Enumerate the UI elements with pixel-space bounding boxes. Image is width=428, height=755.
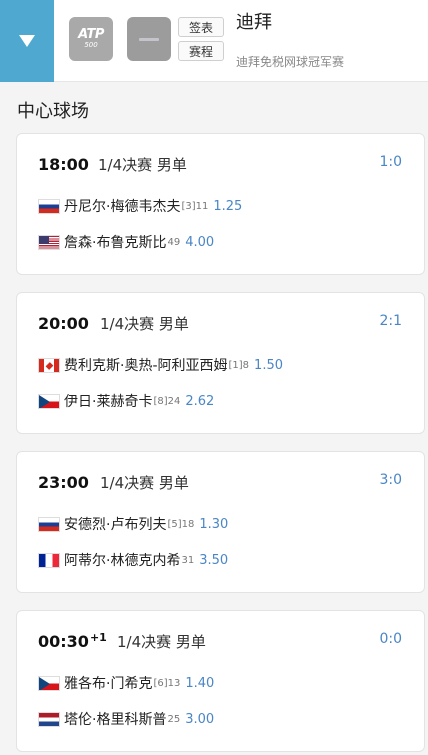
player-odds: 1.40 xyxy=(185,675,215,691)
match-card[interactable]: 18:00 1/4决赛 男单 1:0 丹尼尔·梅德韦杰夫 [3]11 1.25 … xyxy=(16,133,425,275)
player-name: 费利克斯·奥热-阿利亚西姆 xyxy=(64,358,228,374)
header: ATP 500 签表 赛程 迪拜 迪拜免税网球冠军赛 xyxy=(0,0,428,82)
player-odds: 1.25 xyxy=(213,198,243,214)
match-time: 00:30+1 xyxy=(38,631,107,651)
player-name: 丹尼尔·梅德韦杰夫 xyxy=(64,199,181,215)
match-round: 1/4决赛 男单 xyxy=(100,474,189,492)
player-row[interactable]: 伊日·莱赫奇卡 [8]24 2.62 xyxy=(38,391,214,411)
player-seed: 49 xyxy=(167,236,181,248)
player-seed: [5]18 xyxy=(167,518,195,530)
tournament-logo-mark xyxy=(139,37,159,41)
court-name: 中心球场 xyxy=(17,101,89,122)
atp-logo-number: 500 xyxy=(84,41,98,49)
match-round: 1/4决赛 男单 xyxy=(98,156,187,174)
match-time: 18:00 xyxy=(38,155,89,174)
atp-500-logo: ATP 500 xyxy=(69,17,113,61)
player-seed: 31 xyxy=(181,554,195,566)
player-seed: 25 xyxy=(167,713,181,725)
draw-button[interactable]: 签表 xyxy=(178,17,224,37)
player-odds: 1.50 xyxy=(254,357,283,373)
czech-flag-icon xyxy=(38,675,60,691)
player-name: 伊日·莱赫奇卡 xyxy=(64,394,153,410)
match-time: 23:00 xyxy=(38,473,89,492)
tournament-logo xyxy=(127,17,171,61)
player-row[interactable]: 詹森·布鲁克斯比 49 4.00 xyxy=(38,232,214,252)
player-name: 詹森·布鲁克斯比 xyxy=(64,235,167,251)
usa-flag-icon xyxy=(38,234,60,250)
match-time: 20:00 xyxy=(38,314,89,333)
player-row[interactable]: 阿蒂尔·林德克内希 31 3.50 xyxy=(38,550,228,570)
player-row[interactable]: 费利克斯·奥热-阿利亚西姆 [1]8 1.50 xyxy=(38,355,283,375)
player-row[interactable]: 塔伦·格里科斯普 25 3.00 xyxy=(38,709,214,729)
match-card[interactable]: 23:00 1/4决赛 男单 3:0 安德烈·卢布列夫 [5]18 1.30 阿… xyxy=(16,451,425,593)
player-seed: [3]11 xyxy=(181,200,209,212)
player-name: 阿蒂尔·林德克内希 xyxy=(64,553,181,569)
schedule-button[interactable]: 赛程 xyxy=(178,41,224,61)
player-row[interactable]: 雅各布·门希克 [6]13 1.40 xyxy=(38,673,214,693)
canada-flag-icon xyxy=(38,357,60,373)
player-name: 安德烈·卢布列夫 xyxy=(64,517,167,533)
atp-logo-text: ATP xyxy=(78,27,104,42)
match-score: 0:0 xyxy=(379,631,402,647)
player-seed: [1]8 xyxy=(228,359,250,371)
player-row[interactable]: 安德烈·卢布列夫 [5]18 1.30 xyxy=(38,514,228,534)
player-odds: 2.62 xyxy=(185,393,215,409)
netherlands-flag-icon xyxy=(38,711,60,727)
player-seed: [8]24 xyxy=(153,395,181,407)
tournament-title: 迪拜 xyxy=(236,12,272,33)
player-odds: 3.50 xyxy=(199,552,229,568)
day-offset: +1 xyxy=(89,631,107,644)
match-score: 1:0 xyxy=(379,154,402,170)
player-name: 塔伦·格里科斯普 xyxy=(64,712,167,728)
player-odds: 4.00 xyxy=(185,234,215,250)
match-score: 2:1 xyxy=(379,313,402,329)
match-card[interactable]: 00:30+1 1/4决赛 男单 0:0 雅各布·门希克 [6]13 1.40 … xyxy=(16,610,425,752)
russia-flag-icon xyxy=(38,198,60,214)
tournament-subtitle: 迪拜免税网球冠军赛 xyxy=(236,55,345,69)
player-odds: 3.00 xyxy=(185,711,215,727)
menu-toggle-button[interactable] xyxy=(0,0,54,82)
player-odds: 1.30 xyxy=(199,516,229,532)
match-round: 1/4决赛 男单 xyxy=(100,315,189,333)
match-score: 3:0 xyxy=(379,472,402,488)
player-seed: [6]13 xyxy=(153,677,181,689)
russia-flag-icon xyxy=(38,516,60,532)
caret-down-icon xyxy=(19,35,35,47)
match-card[interactable]: 20:00 1/4决赛 男单 2:1 费利克斯·奥热-阿利亚西姆 [1]8 1.… xyxy=(16,292,425,434)
player-row[interactable]: 丹尼尔·梅德韦杰夫 [3]11 1.25 xyxy=(38,196,242,216)
player-name: 雅各布·门希克 xyxy=(64,676,153,692)
match-round: 1/4决赛 男单 xyxy=(117,633,206,651)
france-flag-icon xyxy=(38,552,60,568)
czech-flag-icon xyxy=(38,393,60,409)
